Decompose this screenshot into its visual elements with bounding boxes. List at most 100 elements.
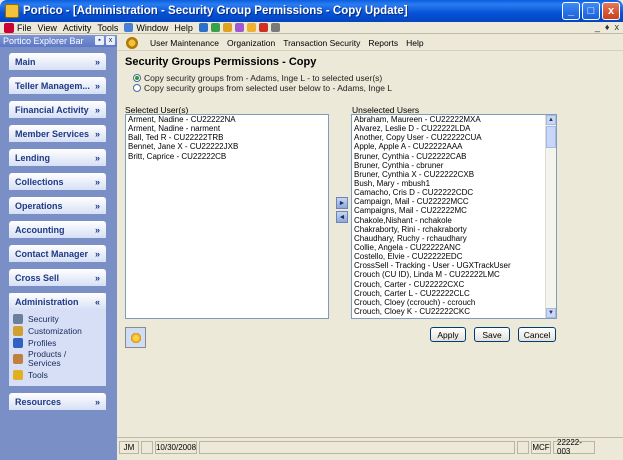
chevron-down-icon: » bbox=[94, 224, 100, 235]
sidebar-group-teller[interactable]: Teller Managem... » bbox=[9, 77, 106, 94]
calculator-icon[interactable] bbox=[222, 23, 232, 32]
sidebar-group-main[interactable]: Main » bbox=[9, 53, 106, 70]
menu-tools[interactable]: Tools bbox=[97, 23, 118, 33]
menu-view[interactable]: View bbox=[38, 23, 57, 33]
minimize-button[interactable]: _ bbox=[562, 2, 580, 20]
sidebar-item-customization[interactable]: Customization bbox=[13, 325, 106, 337]
sidebar-group-cross-sell[interactable]: Cross Sell » bbox=[9, 269, 106, 286]
mdi-restore-button[interactable]: ♦ bbox=[605, 22, 610, 32]
list-item[interactable]: Alvarez, Leslie D - CU22222LDA bbox=[352, 124, 556, 133]
list-item[interactable]: Chakole,Nishant - nchakole bbox=[352, 216, 556, 225]
list-item[interactable]: Camacho, Cris D - CU22222CDC bbox=[352, 188, 556, 197]
list-item[interactable]: Crouch (CU ID), Linda M - CU22222LMC bbox=[352, 270, 556, 279]
toolbar-icon[interactable] bbox=[124, 23, 134, 32]
list-item[interactable]: Arment, Nadine - CU22222NA bbox=[126, 115, 328, 124]
close-explorer-icon[interactable]: x bbox=[106, 36, 115, 45]
sidebar-group-operations[interactable]: Operations » bbox=[9, 197, 106, 214]
mdi-close-button[interactable]: x bbox=[615, 22, 620, 32]
sidebar-group-collections[interactable]: Collections » bbox=[9, 173, 106, 190]
list-item[interactable]: Another, Copy User - CU22222CUA bbox=[352, 133, 556, 142]
radio-button[interactable] bbox=[133, 74, 141, 82]
portico-app-icon bbox=[5, 4, 19, 18]
list-item[interactable]: Britt, Caprice - CU22222CB bbox=[126, 152, 328, 161]
move-left-button[interactable]: ◄ bbox=[336, 211, 348, 223]
menu-transaction-security[interactable]: Transaction Security bbox=[283, 38, 360, 48]
scrollbar[interactable]: ▲ ▼ bbox=[545, 115, 556, 318]
list-item[interactable]: Bruner, Cynthia X - CU22222CXB bbox=[352, 170, 556, 179]
sidebar-item-products-services[interactable]: Products / Services bbox=[13, 349, 106, 369]
profiles-icon bbox=[13, 338, 23, 348]
chevron-down-icon: » bbox=[94, 104, 100, 115]
menu-module-help[interactable]: Help bbox=[406, 38, 423, 48]
menu-file[interactable]: File bbox=[17, 23, 32, 33]
list-item[interactable]: Bruner, Cynthia - cbruner bbox=[352, 161, 556, 170]
list-item[interactable]: Abraham, Maureen - CU22222MXA bbox=[352, 115, 556, 124]
list-item[interactable]: Chakraborty, Rini - rchakraborty bbox=[352, 225, 556, 234]
sidebar-group-label: Cross Sell bbox=[15, 272, 60, 283]
explorer-bar-header: Portico Explorer Bar ▪ x bbox=[0, 35, 117, 47]
menu-activity[interactable]: Activity bbox=[63, 23, 92, 33]
pin-icon[interactable]: ▪ bbox=[95, 36, 104, 45]
cancel-button[interactable]: Cancel bbox=[518, 327, 556, 342]
close-button[interactable]: x bbox=[602, 2, 620, 20]
list-item[interactable]: Campaign, Mail - CU22222MCC bbox=[352, 197, 556, 206]
scroll-up-arrow-icon[interactable]: ▲ bbox=[546, 115, 556, 125]
sidebar-item-security[interactable]: Security bbox=[13, 313, 106, 325]
list-item[interactable]: Collie, Angela - CU22222ANC bbox=[352, 243, 556, 252]
status-date: 10/30/2008 bbox=[155, 440, 197, 454]
status-code: MCF bbox=[531, 440, 551, 454]
gear-icon[interactable] bbox=[126, 36, 138, 49]
radio-copy-to-selected[interactable]: Copy security groups from - Adams, Inge … bbox=[133, 73, 382, 83]
scrollbar-thumb[interactable] bbox=[546, 126, 556, 148]
list-item[interactable]: Ball, Ted R - CU22222TRB bbox=[126, 133, 328, 142]
list-item[interactable]: CrossSell - Tracking - User - UGXTrackUs… bbox=[352, 261, 556, 270]
mdi-minimize-button[interactable]: _ bbox=[595, 22, 600, 32]
sidebar-group-contact-manager[interactable]: Contact Manager » bbox=[9, 245, 106, 262]
list-item[interactable]: Campaigns, Mail - CU22222MC bbox=[352, 206, 556, 215]
selected-users-list[interactable]: Arment, Nadine - CU22222NA Arment, Nadine… bbox=[125, 114, 329, 319]
flower-button[interactable] bbox=[125, 327, 146, 348]
home-icon[interactable] bbox=[198, 23, 208, 32]
move-right-button[interactable]: ► bbox=[336, 197, 348, 209]
contacts-icon[interactable] bbox=[234, 23, 244, 32]
sidebar-item-tools[interactable]: Tools bbox=[13, 369, 106, 381]
arrow-icon[interactable] bbox=[258, 23, 268, 32]
save-button[interactable]: Save bbox=[474, 327, 510, 342]
list-item[interactable]: Bruner, Cynthia - CU22222CAB bbox=[352, 152, 556, 161]
sidebar-group-resources[interactable]: Resources » bbox=[9, 393, 106, 410]
printer-icon[interactable] bbox=[270, 23, 280, 32]
sidebar-item-profiles[interactable]: Profiles bbox=[13, 337, 106, 349]
list-item[interactable]: Crouch, Cloey K - CU22222CKC bbox=[352, 307, 556, 316]
sidebar-item-label: Customization bbox=[28, 326, 82, 336]
sidebar-group-accounting[interactable]: Accounting » bbox=[9, 221, 106, 238]
sidebar-group-member-services[interactable]: Member Services » bbox=[9, 125, 106, 142]
lightbulb-icon[interactable] bbox=[246, 23, 256, 32]
sidebar-group-administration[interactable]: Administration « bbox=[9, 293, 106, 310]
list-item[interactable]: Apple, Apple A - CU22222AAA bbox=[352, 142, 556, 151]
radio-copy-from-selected[interactable]: Copy security groups from selected user … bbox=[133, 83, 392, 93]
sidebar-group-label: Teller Managem... bbox=[15, 80, 90, 91]
sidebar-group-lending[interactable]: Lending » bbox=[9, 149, 106, 166]
list-item[interactable]: Crouch, Carter L - CU22222CLC bbox=[352, 289, 556, 298]
menu-user-maintenance[interactable]: User Maintenance bbox=[150, 38, 219, 48]
menu-help[interactable]: Help bbox=[174, 23, 193, 33]
list-item[interactable]: Bush, Mary - mbush1 bbox=[352, 179, 556, 188]
unselected-users-list[interactable]: Abraham, Maureen - CU22222MXA Alvarez, Le… bbox=[351, 114, 557, 319]
list-item[interactable]: Bennet, Jane X - CU22222JXB bbox=[126, 142, 328, 151]
menu-reports[interactable]: Reports bbox=[368, 38, 398, 48]
menu-organization[interactable]: Organization bbox=[227, 38, 275, 48]
maximize-button[interactable]: □ bbox=[582, 2, 600, 20]
refresh-icon[interactable] bbox=[210, 23, 220, 32]
menu-window[interactable]: Window bbox=[136, 23, 168, 33]
explorer-bar-title: Portico Explorer Bar bbox=[3, 36, 84, 46]
list-item[interactable]: Crouch, Carter - CU22222CXC bbox=[352, 280, 556, 289]
radio-button[interactable] bbox=[133, 84, 141, 92]
sidebar-group-financial[interactable]: Financial Activity » bbox=[9, 101, 106, 118]
scroll-down-arrow-icon[interactable]: ▼ bbox=[546, 308, 556, 318]
list-item[interactable]: Crouch, Cloey (ccrouch) - ccrouch bbox=[352, 298, 556, 307]
list-item[interactable]: Costello, Elvie - CU22222EDC bbox=[352, 252, 556, 261]
customization-icon bbox=[13, 326, 23, 336]
list-item[interactable]: Chaudhary, Ruchy - rchaudhary bbox=[352, 234, 556, 243]
apply-button[interactable]: Apply bbox=[430, 327, 466, 342]
list-item[interactable]: Arment, Nadine - narment bbox=[126, 124, 328, 133]
